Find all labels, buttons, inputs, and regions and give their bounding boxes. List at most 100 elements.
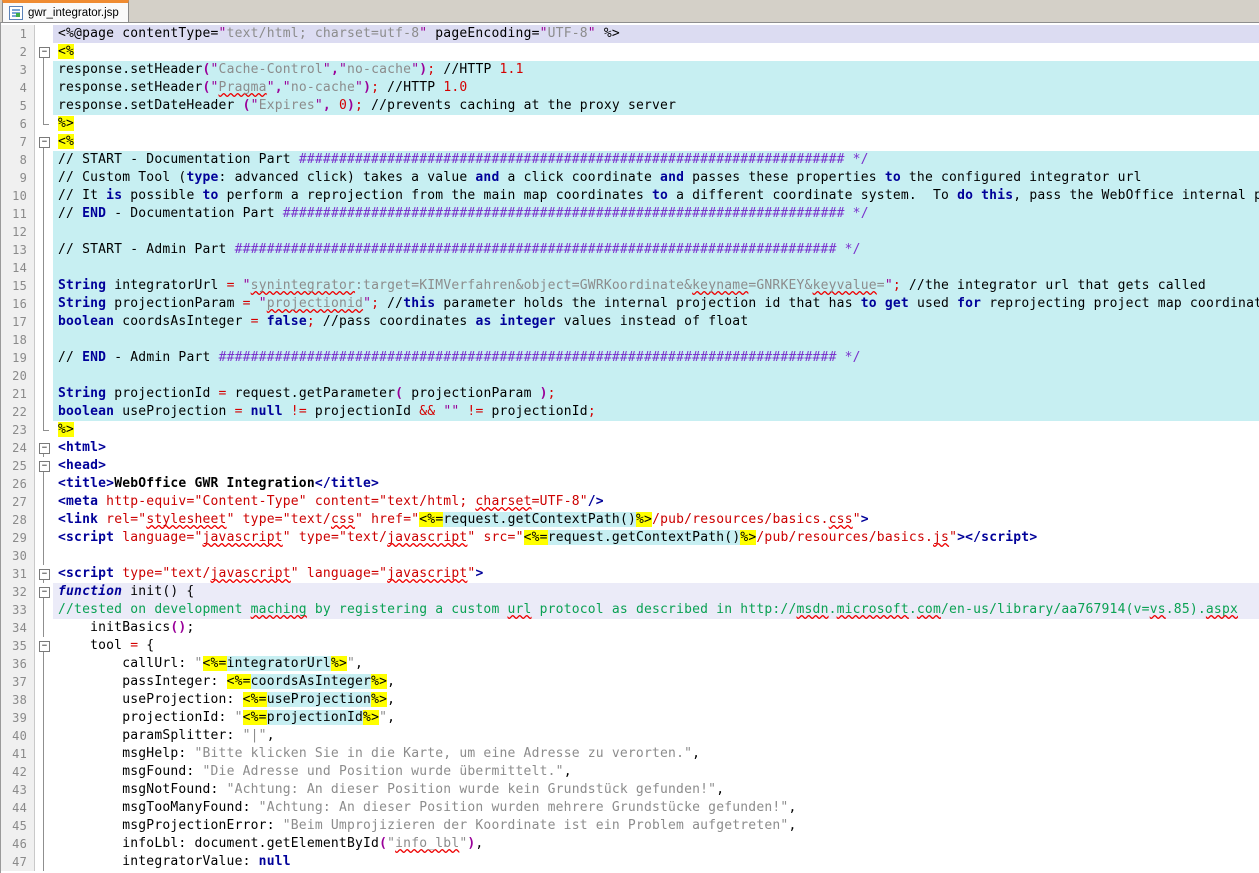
code-segment: <%@page contentType= bbox=[58, 26, 219, 41]
code-segment: // Custom Tool ( bbox=[58, 170, 186, 185]
code-segment: <title> bbox=[58, 476, 114, 491]
code-line-text[interactable]: msgProjectionError: "Beim Umprojizieren … bbox=[53, 817, 1259, 835]
code-line-text[interactable]: initBasics(); bbox=[53, 619, 1259, 637]
code-line-text[interactable]: // START - Admin Part ##################… bbox=[53, 241, 1259, 259]
code-line-text[interactable]: // START - Documentation Part ##########… bbox=[53, 151, 1259, 169]
fold-toggle-icon[interactable]: − bbox=[39, 587, 50, 598]
code-segment: ; bbox=[548, 386, 556, 401]
code-segment: { bbox=[138, 638, 154, 653]
code-line-text[interactable]: integratorValue: null bbox=[53, 853, 1259, 871]
code-segment: function bbox=[58, 584, 122, 599]
line-number: 32 bbox=[1, 583, 35, 601]
code-line-text[interactable] bbox=[53, 547, 1259, 565]
code-line-text[interactable]: <title>WebOffice GWR Integration</title> bbox=[53, 475, 1259, 493]
code-line-text[interactable]: // It is possible to perform a reproject… bbox=[53, 187, 1259, 205]
code-line-text[interactable]: paramSplitter: "|", bbox=[53, 727, 1259, 745]
code-line-text[interactable]: <script language="javascript" type="text… bbox=[53, 529, 1259, 547]
fold-guide bbox=[35, 547, 53, 565]
code-line-text[interactable]: infoLbl: document.getElementById("info_l… bbox=[53, 835, 1259, 853]
code-segment: perform a reprojection from the main map… bbox=[219, 188, 652, 203]
fold-toggle-icon[interactable]: − bbox=[39, 47, 50, 58]
code-line-text[interactable]: <head> bbox=[53, 457, 1259, 475]
code-line-text[interactable]: response.setHeader("Cache-Control","no-c… bbox=[53, 61, 1259, 79]
code-line-text[interactable]: %> bbox=[53, 421, 1259, 439]
code-line-text[interactable]: String projectionParam = "projectionid";… bbox=[53, 295, 1259, 313]
code-line-text[interactable]: function init() { bbox=[53, 583, 1259, 601]
code-line-text[interactable]: String integratorUrl = "synintegrator:ta… bbox=[53, 277, 1259, 295]
code-line-text[interactable] bbox=[53, 223, 1259, 241]
code-segment: charset bbox=[475, 494, 531, 509]
fold-guide-line bbox=[43, 295, 44, 313]
code-line-text[interactable]: <link rel="stylesheet" type="text/css" h… bbox=[53, 511, 1259, 529]
code-line-text[interactable]: %> bbox=[53, 115, 1259, 133]
line-number: 14 bbox=[1, 259, 35, 277]
code-segment: ; bbox=[588, 404, 596, 419]
line-number: 43 bbox=[1, 781, 35, 799]
code-line-text[interactable]: response.setHeader("Pragma","no-cache");… bbox=[53, 79, 1259, 97]
code-line-text[interactable]: boolean useProjection = null != projecti… bbox=[53, 403, 1259, 421]
code-line-text[interactable]: msgNotFound: "Achtung: An dieser Positio… bbox=[53, 781, 1259, 799]
code-editor[interactable]: 1 <%@page contentType="text/html; charset… bbox=[0, 22, 1259, 873]
code-segment: , bbox=[331, 62, 339, 77]
fold-toggle-icon[interactable]: − bbox=[39, 137, 50, 148]
code-line-text[interactable] bbox=[53, 367, 1259, 385]
code-line-text[interactable]: <script type="text/javascript" language=… bbox=[53, 565, 1259, 583]
code-segment: parameter holds the internal projection … bbox=[435, 296, 860, 311]
code-line-text[interactable]: response.setDateHeader ("Expires", 0); /… bbox=[53, 97, 1259, 115]
code-segment: Expires bbox=[259, 98, 315, 113]
code-line-text[interactable]: useProjection: <%=useProjection%>, bbox=[53, 691, 1259, 709]
code-line-text[interactable]: <meta http-equiv="Content-Type" content=… bbox=[53, 493, 1259, 511]
code-segment: .85). bbox=[1166, 602, 1206, 617]
code-segment: END bbox=[82, 206, 106, 221]
code-line-text[interactable]: boolean coordsAsInteger = false; //pass … bbox=[53, 313, 1259, 331]
code-segment: <script bbox=[58, 530, 122, 545]
jsp-file-icon bbox=[9, 6, 23, 20]
tab-gwr-integrator[interactable]: gwr_integrator.jsp bbox=[2, 0, 129, 22]
code-line-text[interactable]: tool = { bbox=[53, 637, 1259, 655]
line-number: 1 bbox=[1, 25, 35, 43]
fold-toggle-icon[interactable]: − bbox=[39, 443, 50, 454]
code-segment: 1.0 bbox=[443, 80, 467, 95]
code-line-text[interactable]: msgFound: "Die Adresse und Position wurd… bbox=[53, 763, 1259, 781]
code-segment: , bbox=[692, 746, 700, 761]
code-line: 32−function init() { bbox=[1, 583, 1259, 601]
code-line-text[interactable]: <%@page contentType="text/html; charset=… bbox=[53, 25, 1259, 43]
code-line-text[interactable]: // END - Admin Part ####################… bbox=[53, 349, 1259, 367]
code-line-text[interactable] bbox=[53, 259, 1259, 277]
code-segment: :target=KIMVerfahren&object=GWRKoordinat… bbox=[355, 278, 692, 293]
fold-guide bbox=[35, 817, 53, 835]
code-segment: <%= bbox=[524, 530, 548, 545]
code-segment bbox=[251, 296, 259, 311]
code-line-text[interactable]: //tested on development maching by regis… bbox=[53, 601, 1259, 619]
code-segment: /> bbox=[588, 494, 604, 509]
line-number: 17 bbox=[1, 313, 35, 331]
code-line-text[interactable]: passInteger: <%=coordsAsInteger%>, bbox=[53, 673, 1259, 691]
code-line-text[interactable]: // END - Documentation Part ############… bbox=[53, 205, 1259, 223]
code-line-text[interactable]: // Custom Tool (type: advanced click) ta… bbox=[53, 169, 1259, 187]
code-segment: ( bbox=[395, 386, 403, 401]
code-line-text[interactable]: callUrl: "<%=integratorUrl%>", bbox=[53, 655, 1259, 673]
code-segment: projectionId bbox=[483, 404, 587, 419]
line-number: 16 bbox=[1, 295, 35, 313]
code-line: 34 initBasics(); bbox=[1, 619, 1259, 637]
code-line: 30 bbox=[1, 547, 1259, 565]
code-line-text[interactable]: <% bbox=[53, 133, 1259, 151]
code-line-text[interactable]: <html> bbox=[53, 439, 1259, 457]
code-segment: // bbox=[379, 296, 403, 311]
code-line-text[interactable]: msgTooManyFound: "Achtung: An dieser Pos… bbox=[53, 799, 1259, 817]
code-line: 2−<% bbox=[1, 43, 1259, 61]
fold-toggle-icon[interactable]: − bbox=[39, 641, 50, 652]
code-segment: no-cache bbox=[291, 80, 355, 95]
fold-cell: − bbox=[35, 457, 53, 475]
code-line-text[interactable]: <% bbox=[53, 43, 1259, 61]
code-line-text[interactable]: msgHelp: "Bitte klicken Sie in die Karte… bbox=[53, 745, 1259, 763]
code-segment: , bbox=[387, 692, 395, 707]
fold-toggle-icon[interactable]: − bbox=[39, 461, 50, 472]
code-line: 13// START - Admin Part ################… bbox=[1, 241, 1259, 259]
fold-toggle-icon[interactable]: − bbox=[39, 569, 50, 580]
code-line-text[interactable]: String projectionId = request.getParamet… bbox=[53, 385, 1259, 403]
fold-guide-line bbox=[43, 655, 44, 673]
code-line-text[interactable] bbox=[53, 331, 1259, 349]
code-line: 11// END - Documentation Part ##########… bbox=[1, 205, 1259, 223]
code-line-text[interactable]: projectionId: "<%=projectionId%>", bbox=[53, 709, 1259, 727]
